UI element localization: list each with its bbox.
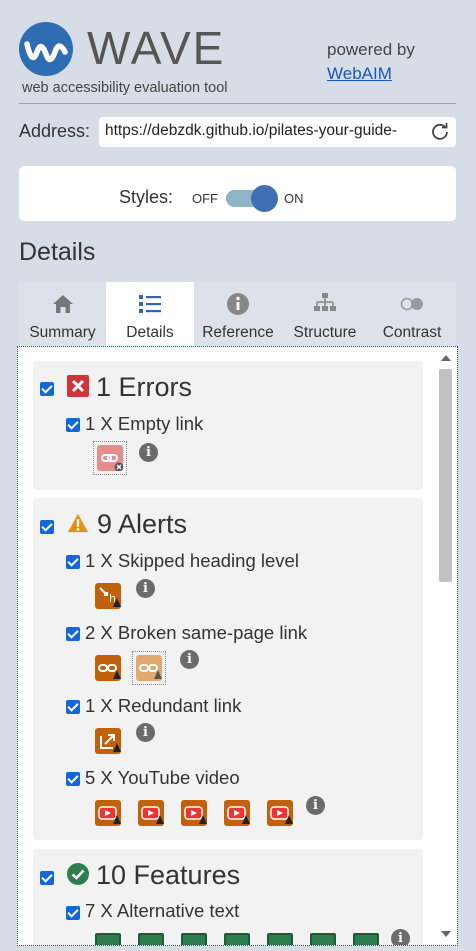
tab-contrast[interactable]: Contrast	[368, 282, 456, 346]
error-x-icon	[67, 375, 89, 397]
broken-link-checkbox[interactable]	[66, 627, 80, 641]
youtube-video-icon[interactable]	[138, 800, 164, 826]
address-label: Address:	[19, 121, 91, 141]
info-icon[interactable]: i	[391, 929, 410, 945]
alt-text-icon[interactable]	[310, 933, 336, 945]
tab-summary[interactable]: Summary	[19, 282, 106, 346]
errors-checkbox[interactable]	[40, 382, 54, 396]
alt-text-checkbox[interactable]	[66, 906, 80, 920]
hierarchy-icon	[314, 293, 336, 311]
youtube-video-label: 5 X YouTube video	[85, 767, 240, 788]
styles-off-label: OFF	[192, 191, 218, 206]
scrollbar-thumb[interactable]	[439, 369, 452, 582]
section-title: Details	[19, 238, 96, 266]
alt-text-icon[interactable]	[353, 933, 379, 945]
youtube-video-icon[interactable]	[181, 800, 207, 826]
features-title: 10 Features	[96, 860, 241, 890]
info-icon[interactable]: i	[306, 796, 325, 815]
tab-label: Contrast	[382, 324, 442, 341]
info-icon[interactable]: i	[139, 443, 158, 462]
brand-name: WAVE	[87, 22, 226, 74]
info-icon[interactable]: i	[136, 579, 155, 598]
scroll-down-arrow[interactable]	[441, 931, 451, 937]
tab-label: Structure	[293, 324, 357, 341]
tab-structure[interactable]: Structure	[282, 282, 368, 346]
alt-text-icon[interactable]	[181, 933, 207, 945]
tab-reference[interactable]: Reference	[194, 282, 282, 346]
empty-link-label: 1 X Empty link	[85, 413, 204, 434]
details-panel[interactable]: 1 Errors 1 X Empty link i 9 Alerts 1 X S…	[17, 346, 458, 946]
redundant-link-icon[interactable]	[95, 728, 121, 754]
empty-link-checkbox[interactable]	[66, 418, 80, 432]
alt-text-icon[interactable]	[224, 933, 250, 945]
tab-bar: Summary Details Reference Structure Cont…	[19, 282, 456, 346]
contrast-icon	[400, 297, 423, 311]
errors-card: 1 Errors 1 X Empty link i	[33, 361, 423, 490]
redundant-link-checkbox[interactable]	[66, 700, 80, 714]
empty-link-icon[interactable]	[93, 441, 127, 475]
errors-title: 1 Errors	[96, 372, 193, 402]
youtube-video-icon[interactable]	[95, 800, 121, 826]
reload-icon[interactable]	[430, 121, 450, 141]
info-icon	[227, 293, 249, 315]
styles-on-label: ON	[284, 191, 304, 206]
powered-by-text: powered by	[327, 40, 415, 59]
broken-link-icon[interactable]	[95, 655, 121, 681]
webaim-link[interactable]: WebAIM	[327, 64, 392, 83]
alerts-card: 9 Alerts 1 X Skipped heading level h i 2…	[33, 498, 423, 840]
info-icon[interactable]: i	[180, 650, 199, 669]
alt-text-label: 7 X Alternative text	[85, 900, 240, 921]
youtube-video-checkbox[interactable]	[66, 772, 80, 786]
styles-toggle-knob[interactable]	[251, 185, 278, 212]
redundant-link-label: 1 X Redundant link	[85, 695, 242, 716]
home-icon	[52, 295, 73, 313]
tab-label: Details	[126, 324, 174, 341]
scrollbar[interactable]	[437, 350, 454, 940]
features-card: 10 Features 7 X Alternative text i	[33, 849, 423, 945]
broken-link-label: 2 X Broken same-page link	[85, 622, 308, 643]
alt-text-icon[interactable]	[138, 933, 164, 945]
youtube-video-icon[interactable]	[224, 800, 250, 826]
scroll-up-arrow[interactable]	[441, 355, 451, 361]
alt-text-icon[interactable]	[95, 933, 121, 945]
skipped-heading-icon[interactable]: h	[95, 583, 121, 609]
alt-text-icon[interactable]	[267, 933, 293, 945]
alerts-title: 9 Alerts	[97, 509, 188, 539]
broken-link-icon[interactable]	[132, 651, 166, 685]
tab-label: Reference	[202, 324, 274, 341]
list-icon	[139, 295, 161, 313]
alert-triangle-icon	[67, 513, 89, 533]
info-icon[interactable]: i	[136, 723, 155, 742]
address-input[interactable]	[105, 120, 423, 142]
feature-check-icon	[67, 863, 89, 885]
tab-label: Summary	[29, 324, 96, 341]
wave-logo	[19, 22, 73, 76]
features-checkbox[interactable]	[40, 871, 54, 885]
styles-label: Styles:	[119, 187, 174, 207]
skipped-heading-checkbox[interactable]	[66, 555, 80, 569]
tagline: web accessibility evaluation tool	[22, 80, 228, 96]
header-divider	[19, 103, 456, 104]
youtube-video-icon[interactable]	[267, 800, 293, 826]
address-bar	[99, 117, 456, 147]
powered-by: powered by WebAIM	[327, 38, 415, 86]
tab-details[interactable]: Details	[106, 282, 194, 346]
alerts-checkbox[interactable]	[40, 520, 54, 534]
skipped-heading-label: 1 X Skipped heading level	[85, 550, 299, 571]
